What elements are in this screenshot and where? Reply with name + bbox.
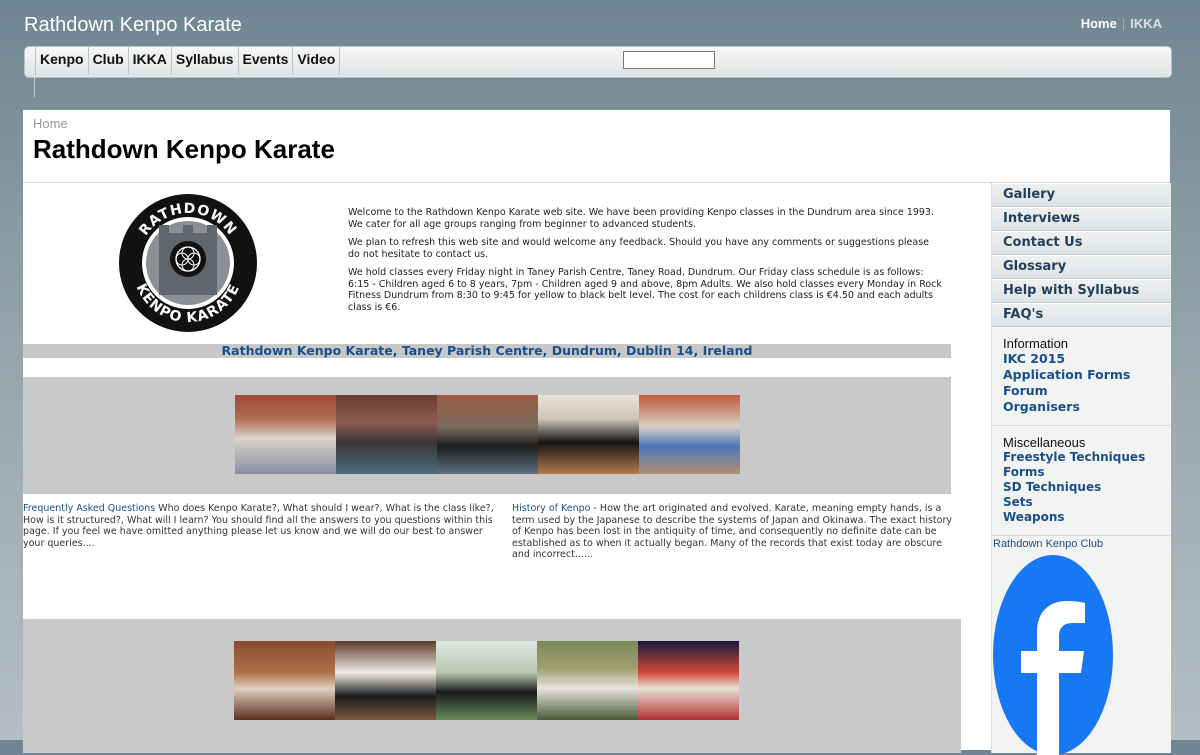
sidebar-item-contact-us[interactable]: Contact Us — [992, 231, 1171, 255]
nav-divider — [34, 77, 35, 97]
faq-teaser: Frequently Asked Questions Who does Kenp… — [23, 503, 503, 549]
sidebar-item-faqs[interactable]: FAQ's — [992, 303, 1171, 327]
misc-link-forms[interactable]: Forms — [1003, 465, 1171, 480]
photo-band-bottom — [23, 619, 961, 753]
misc-heading: Miscellaneous — [1003, 435, 1086, 450]
intro-paragraph-3: We hold classes every Friday night in Ta… — [348, 267, 942, 313]
intro-paragraph-1: Welcome to the Rathdown Kenpo Karate web… — [348, 207, 934, 230]
photo-strip-top — [235, 395, 740, 474]
top-link-ikka[interactable]: IKKA — [1130, 16, 1162, 31]
photo-band-top — [23, 377, 951, 494]
photo-group-training[interactable] — [336, 395, 437, 474]
misc-link-sets[interactable]: Sets — [1003, 495, 1171, 510]
sidebar-item-gallery[interactable]: Gallery — [992, 183, 1171, 207]
facebook-logo-icon[interactable] — [993, 555, 1113, 755]
faq-link[interactable]: Frequently Asked Questions — [23, 503, 155, 514]
page-container: Home Rathdown Kenpo Karate RATHDOWN KENP… — [23, 110, 1171, 755]
photo-instructors[interactable] — [234, 641, 335, 720]
nav-item-ikka[interactable]: IKKA — [127, 47, 171, 75]
site-title[interactable]: Rathdown Kenpo Karate — [24, 14, 242, 37]
facebook-label[interactable]: Rathdown Kenpo Club — [992, 536, 1171, 550]
info-link-application-forms[interactable]: Application Forms — [1003, 367, 1171, 383]
info-link-forum[interactable]: Forum — [1003, 383, 1171, 399]
photo-competition[interactable] — [639, 395, 740, 474]
club-logo: RATHDOWN KENPO KARATE — [119, 194, 257, 332]
address-bar: Rathdown Kenpo Karate, Taney Parish Cent… — [23, 344, 951, 358]
photo-team-group[interactable] — [335, 641, 436, 720]
nav-item-club[interactable]: Club — [87, 47, 128, 75]
nav-item-syllabus[interactable]: Syllabus — [170, 47, 238, 75]
main-nav: Kenpo Club IKKA Syllabus Events Video — [24, 46, 1172, 78]
sidebar: Gallery Interviews Contact Us Glossary H… — [991, 183, 1171, 755]
breadcrumb[interactable]: Home — [33, 116, 68, 131]
sidebar-menu: Gallery Interviews Contact Us Glossary H… — [992, 183, 1171, 327]
top-link-separator: | — [1121, 16, 1126, 31]
photo-strip-bottom — [234, 641, 739, 720]
photo-dojo-drill[interactable] — [436, 641, 537, 720]
intro-text: Welcome to the Rathdown Kenpo Karate web… — [348, 207, 943, 320]
nav-item-kenpo[interactable]: Kenpo — [35, 47, 88, 75]
information-section: Information IKC 2015 Application Forms F… — [992, 327, 1171, 415]
sidebar-item-interviews[interactable]: Interviews — [992, 207, 1171, 231]
information-heading: Information — [1003, 336, 1069, 351]
top-link-home[interactable]: Home — [1081, 16, 1117, 31]
search-input[interactable] — [623, 51, 715, 69]
history-teaser: History of Kenpo - How the art originate… — [512, 503, 962, 561]
nav-item-events[interactable]: Events — [237, 47, 293, 75]
misc-link-freestyle-techniques[interactable]: Freestyle Techniques — [1003, 450, 1171, 465]
photo-tournament[interactable] — [638, 641, 739, 720]
photo-black-belts[interactable] — [437, 395, 538, 474]
info-link-organisers[interactable]: Organisers — [1003, 399, 1171, 415]
nav-item-video[interactable]: Video — [292, 47, 341, 75]
info-link-ikc-2015[interactable]: IKC 2015 — [1003, 351, 1171, 367]
photo-gym-practice[interactable] — [537, 641, 638, 720]
sidebar-item-glossary[interactable]: Glossary — [992, 255, 1171, 279]
misc-link-weapons[interactable]: Weapons — [1003, 510, 1171, 525]
photo-class-hall[interactable] — [235, 395, 336, 474]
misc-section: Miscellaneous Freestyle Techniques Forms… — [992, 426, 1171, 525]
top-links: Home | IKKA — [1081, 16, 1162, 31]
sidebar-item-help-syllabus[interactable]: Help with Syllabus — [992, 279, 1171, 303]
page-title: Rathdown Kenpo Karate — [33, 134, 335, 164]
misc-link-sd-techniques[interactable]: SD Techniques — [1003, 480, 1171, 495]
history-link[interactable]: History of Kenpo — [512, 503, 590, 514]
intro-paragraph-2: We plan to refresh this web site and wou… — [348, 237, 929, 260]
photo-sparring[interactable] — [538, 395, 639, 474]
main-content: RATHDOWN KENPO KARATE Welcome to the Rat… — [23, 183, 991, 753]
